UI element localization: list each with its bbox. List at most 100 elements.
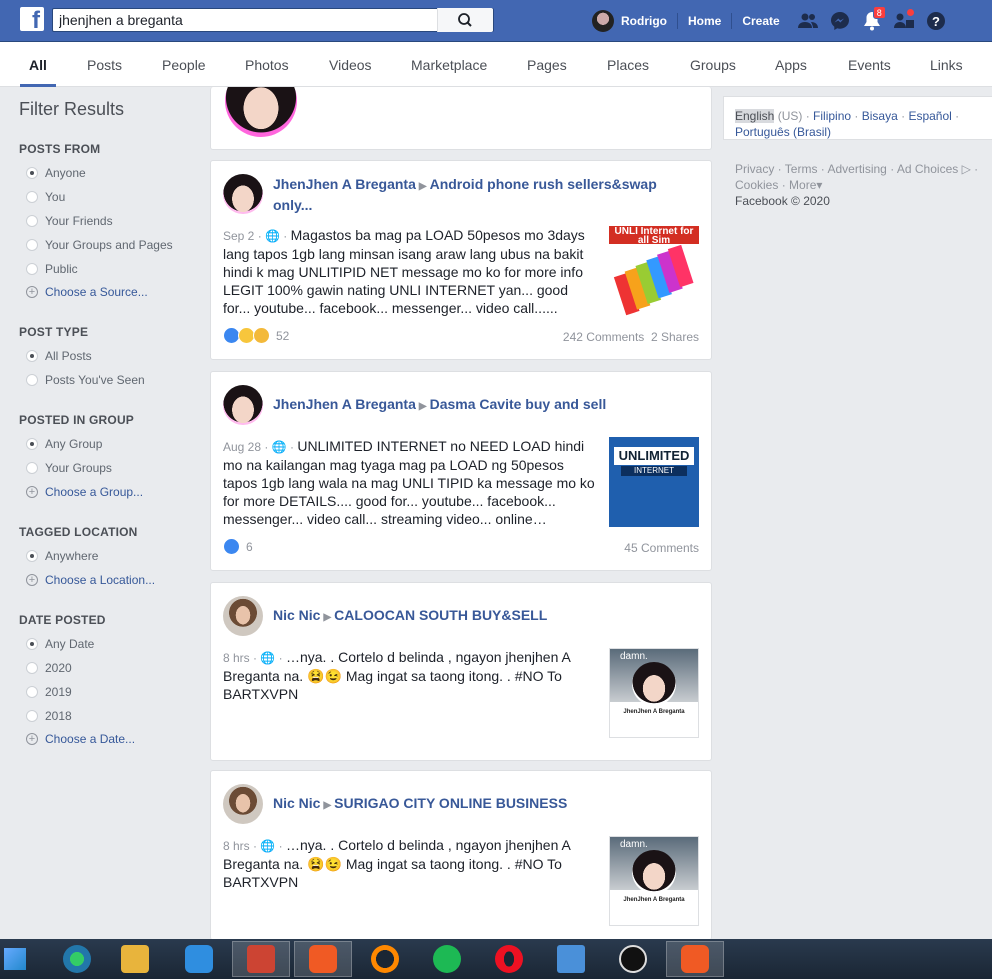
filter-option[interactable]: Your Groups and Pages bbox=[26, 238, 173, 252]
messenger-icon[interactable] bbox=[826, 6, 854, 36]
ad-choices-link[interactable]: Ad Choices bbox=[897, 162, 958, 176]
radio-button[interactable] bbox=[26, 167, 38, 179]
taskbar-app[interactable] bbox=[356, 941, 414, 977]
tab-places[interactable]: Places bbox=[607, 42, 649, 87]
current-language[interactable]: English bbox=[735, 109, 775, 123]
post-date[interactable]: 8 hrs bbox=[223, 651, 250, 665]
radio-button[interactable] bbox=[26, 191, 38, 203]
post-date[interactable]: Sep 2 bbox=[223, 229, 254, 243]
tab-marketplace[interactable]: Marketplace bbox=[411, 42, 487, 87]
radio-button[interactable] bbox=[26, 350, 38, 362]
taskbar-app[interactable] bbox=[294, 941, 352, 977]
filter-option[interactable]: 2018 bbox=[26, 709, 72, 723]
taskbar-app[interactable] bbox=[418, 941, 476, 977]
tab-apps[interactable]: Apps bbox=[775, 42, 807, 87]
author-link[interactable]: JhenJhen A Breganta bbox=[273, 396, 416, 412]
post-thumbnail[interactable]: UNLIMITED INTERNET bbox=[609, 437, 699, 527]
avatar[interactable] bbox=[223, 784, 263, 824]
post-date[interactable]: Aug 28 bbox=[223, 440, 261, 454]
filter-option[interactable]: Your Groups bbox=[26, 461, 112, 475]
avatar[interactable] bbox=[223, 385, 263, 425]
search-button[interactable] bbox=[437, 8, 493, 32]
quick-help-icon[interactable] bbox=[890, 6, 918, 36]
avatar[interactable] bbox=[223, 174, 263, 214]
search-input[interactable] bbox=[53, 9, 453, 31]
filter-option[interactable]: All Posts bbox=[26, 349, 92, 363]
radio-button[interactable] bbox=[26, 462, 38, 474]
privacy-link[interactable]: Privacy bbox=[735, 162, 774, 176]
advertising-link[interactable]: Advertising bbox=[827, 162, 886, 176]
post-date[interactable]: 8 hrs bbox=[223, 839, 250, 853]
help-icon[interactable]: ? bbox=[922, 6, 950, 36]
radio-button[interactable] bbox=[26, 550, 38, 562]
taskbar-app[interactable] bbox=[666, 941, 724, 977]
tab-pages[interactable]: Pages bbox=[527, 42, 567, 87]
radio-button[interactable] bbox=[26, 638, 38, 650]
cookies-link[interactable]: Cookies bbox=[735, 178, 778, 192]
author-link[interactable]: JhenJhen A Breganta bbox=[273, 176, 416, 192]
group-link[interactable]: CALOOCAN SOUTH BUY&SELL bbox=[334, 607, 547, 623]
radio-button[interactable] bbox=[26, 263, 38, 275]
radio-button[interactable] bbox=[26, 438, 38, 450]
choose-date-link[interactable]: + Choose a Date... bbox=[26, 732, 135, 746]
tab-groups[interactable]: Groups bbox=[690, 42, 736, 87]
avatar[interactable] bbox=[223, 596, 263, 636]
language-link[interactable]: Bisaya bbox=[862, 109, 898, 123]
filter-option[interactable]: 2019 bbox=[26, 685, 72, 699]
radio-button[interactable] bbox=[26, 662, 38, 674]
filter-option[interactable]: Posts You've Seen bbox=[26, 373, 145, 387]
taskbar-app[interactable] bbox=[170, 941, 228, 977]
radio-button[interactable] bbox=[26, 686, 38, 698]
filter-option[interactable]: Your Friends bbox=[26, 214, 113, 228]
reactions[interactable]: 52 bbox=[223, 327, 289, 344]
taskbar-app[interactable] bbox=[106, 941, 164, 977]
comments-link[interactable]: 45 Comments bbox=[624, 541, 699, 555]
language-link[interactable]: Filipino bbox=[813, 109, 851, 123]
taskbar-app[interactable] bbox=[480, 941, 538, 977]
reactions[interactable]: 6 bbox=[223, 538, 253, 555]
radio-button[interactable] bbox=[26, 215, 38, 227]
shares-link[interactable]: 2 Shares bbox=[651, 330, 699, 344]
create-link[interactable]: Create bbox=[732, 6, 789, 36]
filter-option[interactable]: Anywhere bbox=[26, 549, 98, 563]
profile-photo[interactable] bbox=[225, 87, 297, 137]
filter-option[interactable]: 2020 bbox=[26, 661, 72, 675]
post-thumbnail[interactable]: damn. JhenJhen A Breganta bbox=[609, 648, 699, 738]
taskbar-app[interactable] bbox=[48, 941, 106, 977]
filter-option[interactable]: Any Group bbox=[26, 437, 102, 451]
filter-option[interactable]: Any Date bbox=[26, 637, 94, 651]
facebook-logo-icon[interactable]: f bbox=[20, 7, 44, 31]
language-link[interactable]: Español bbox=[908, 109, 951, 123]
taskbar-app[interactable] bbox=[542, 941, 600, 977]
author-link[interactable]: Nic Nic bbox=[273, 795, 320, 811]
notifications-icon[interactable]: 8 bbox=[858, 6, 886, 36]
home-link[interactable]: Home bbox=[678, 6, 731, 36]
post-thumbnail[interactable]: UNLI Internet for all Sim bbox=[609, 226, 699, 316]
language-link[interactable]: Português (Brasil) bbox=[735, 125, 831, 139]
choose-group-link[interactable]: + Choose a Group... bbox=[26, 485, 143, 499]
group-link[interactable]: SURIGAO CITY ONLINE BUSINESS bbox=[334, 795, 567, 811]
tab-links[interactable]: Links bbox=[930, 42, 963, 87]
radio-button[interactable] bbox=[26, 374, 38, 386]
choose-source-link[interactable]: + Choose a Source... bbox=[26, 285, 148, 299]
comments-link[interactable]: 242 Comments bbox=[563, 330, 644, 344]
taskbar-app[interactable] bbox=[232, 941, 290, 977]
tab-photos[interactable]: Photos bbox=[245, 42, 289, 87]
avatar[interactable] bbox=[592, 10, 614, 32]
radio-button[interactable] bbox=[26, 239, 38, 251]
radio-button[interactable] bbox=[26, 710, 38, 722]
terms-link[interactable]: Terms bbox=[785, 162, 818, 176]
author-link[interactable]: Nic Nic bbox=[273, 607, 320, 623]
more-link[interactable]: More bbox=[789, 178, 816, 192]
tab-all[interactable]: All bbox=[20, 42, 56, 87]
choose-location-link[interactable]: + Choose a Location... bbox=[26, 573, 155, 587]
filter-option[interactable]: Anyone bbox=[26, 166, 86, 180]
start-button[interactable] bbox=[0, 941, 30, 977]
tab-posts[interactable]: Posts bbox=[87, 42, 122, 87]
tab-events[interactable]: Events bbox=[848, 42, 891, 87]
group-link[interactable]: Dasma Cavite buy and sell bbox=[430, 396, 607, 412]
taskbar-app[interactable] bbox=[604, 941, 662, 977]
tab-videos[interactable]: Videos bbox=[329, 42, 372, 87]
filter-option[interactable]: Public bbox=[26, 262, 78, 276]
tab-people[interactable]: People bbox=[162, 42, 206, 87]
